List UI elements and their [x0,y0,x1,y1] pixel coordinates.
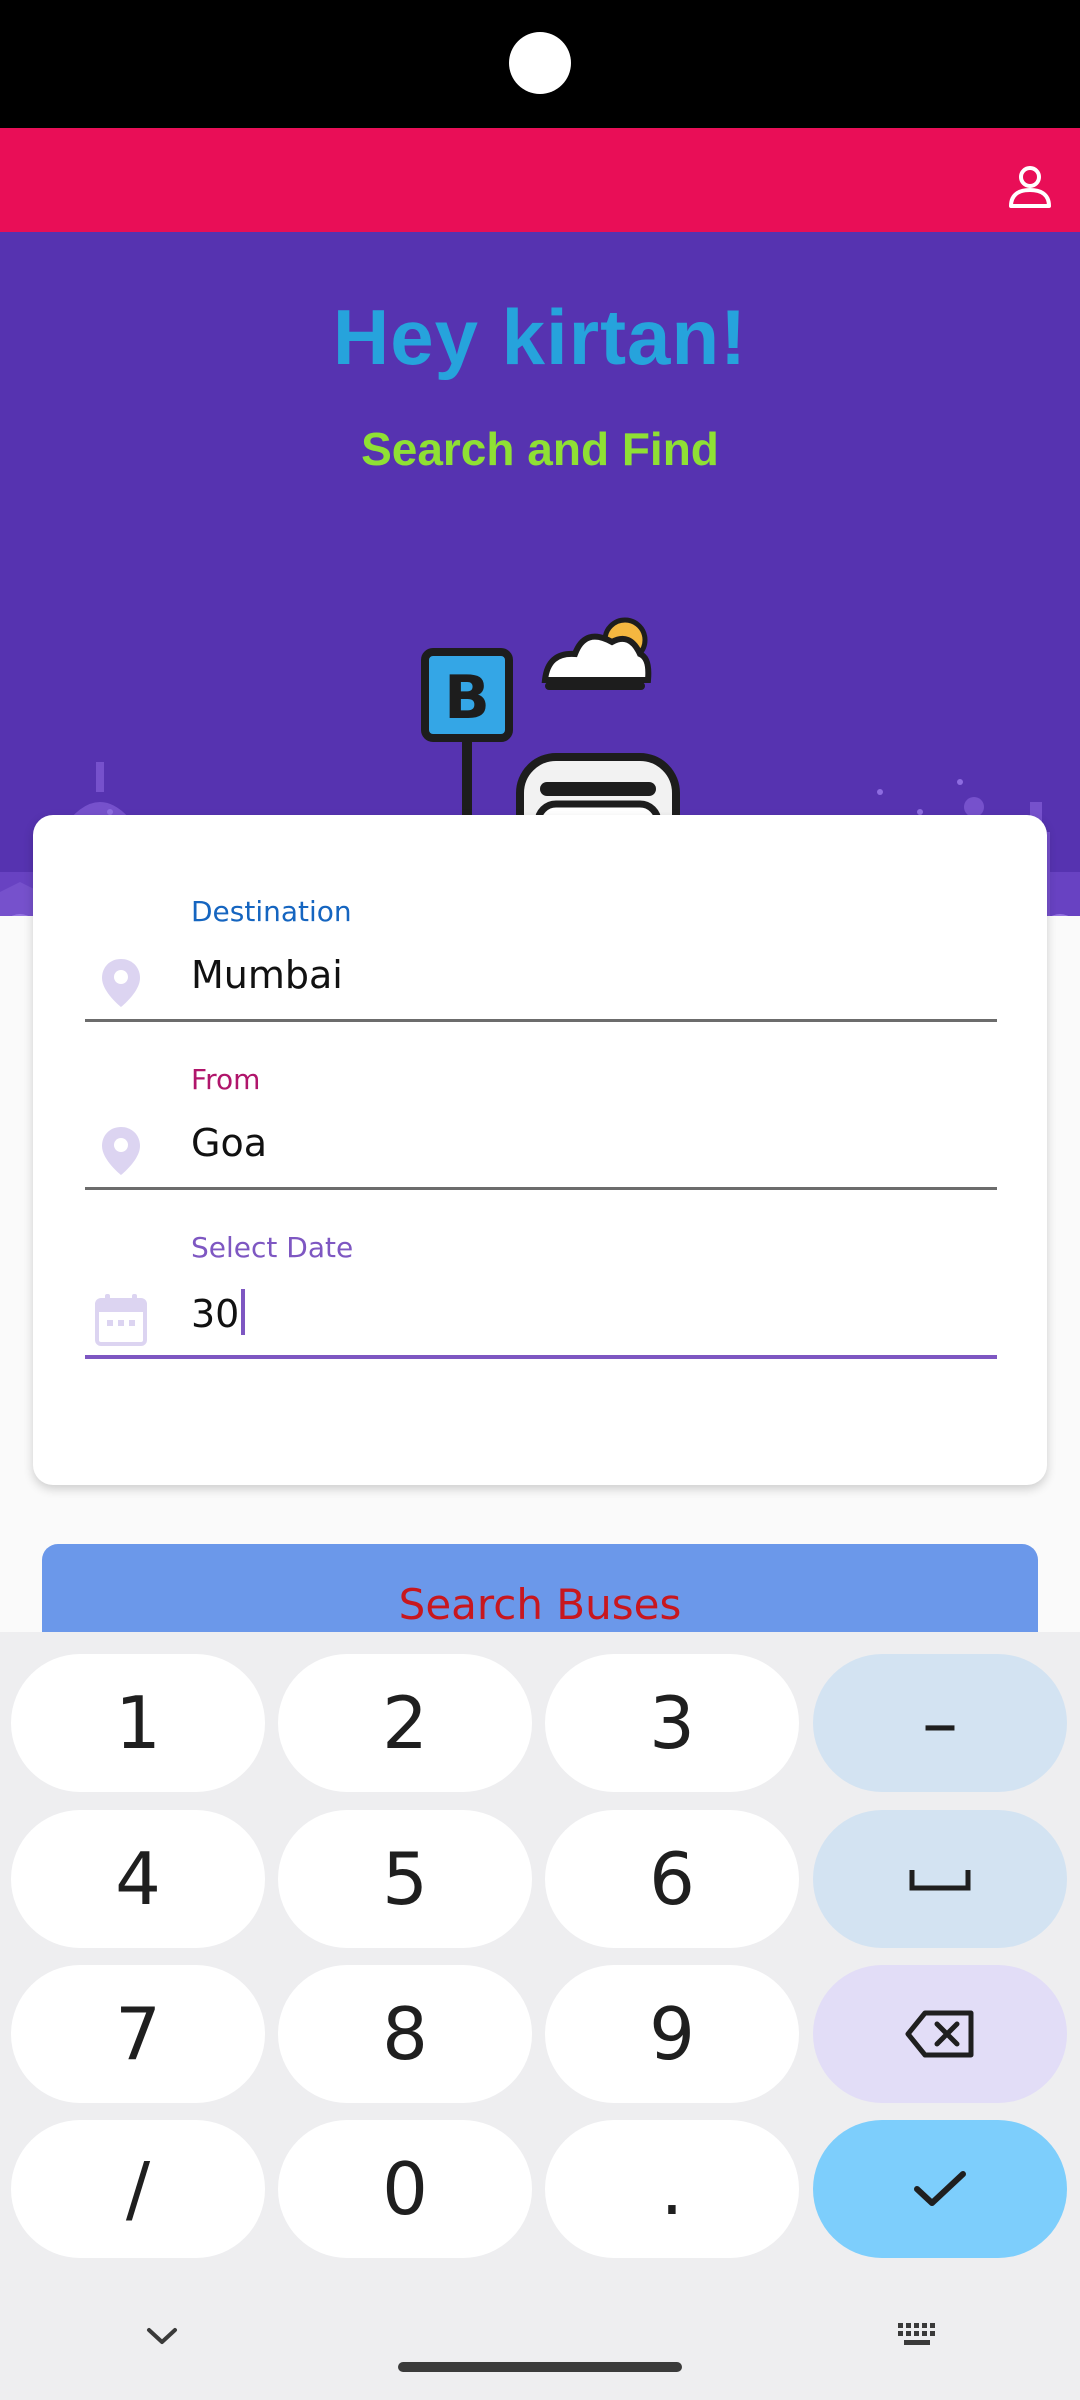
from-label: From [191,1063,261,1096]
location-pin-icon [93,955,149,1011]
key-minus[interactable]: – [813,1654,1067,1792]
destination-field[interactable]: Destination Mumbai [85,895,997,1063]
key-7[interactable]: 7 [11,1965,265,2103]
chevron-down-icon[interactable] [140,2320,184,2352]
greeting-subtitle: Search and Find [361,423,719,475]
screen: Hey kirtan! Search and Find B Destinatio… [0,0,1080,2400]
key-9[interactable]: 9 [545,1965,799,2103]
numeric-keyboard: 1 2 3 – 4 5 6 7 8 9 / 0 . [0,1632,1080,2400]
search-buses-label: Search Buses [398,1580,682,1629]
keyboard-icon[interactable] [894,2318,942,2352]
bus-stop-letter: B [444,663,490,733]
camera-cutout [509,32,571,94]
key-slash[interactable]: / [11,2120,265,2258]
key-backspace[interactable] [813,1965,1067,2103]
from-underline [85,1187,997,1190]
destination-underline [85,1019,997,1022]
key-2[interactable]: 2 [278,1654,532,1792]
key-8[interactable]: 8 [278,1965,532,2103]
checkmark-icon [914,2171,966,2206]
from-field[interactable]: From Goa [85,1063,997,1231]
key-6[interactable]: 6 [545,1810,799,1948]
hero-banner: Hey kirtan! Search and Find B [0,232,1080,916]
status-bar [0,0,1080,128]
key-period[interactable]: . [545,2120,799,2258]
key-4[interactable]: 4 [11,1810,265,1948]
key-3[interactable]: 3 [545,1654,799,1792]
date-field[interactable]: Select Date 30 [85,1231,997,1399]
destination-input[interactable]: Mumbai [191,953,343,997]
key-space[interactable] [813,1810,1067,1948]
app-bar [0,128,1080,232]
date-underline [85,1355,997,1359]
from-input[interactable]: Goa [191,1121,267,1165]
date-input-text: 30 [191,1292,240,1336]
date-input[interactable]: 30 [191,1289,246,1336]
key-0[interactable]: 0 [278,2120,532,2258]
calendar-icon[interactable] [93,1291,149,1347]
space-icon [909,1870,971,1891]
backspace-icon [905,2010,974,2058]
profile-icon[interactable] [1000,156,1060,216]
key-done[interactable] [813,2120,1067,2258]
search-form-card: Destination Mumbai From Goa Select Date … [33,815,1047,1485]
key-1[interactable]: 1 [11,1654,265,1792]
destination-label: Destination [191,895,352,928]
text-cursor [241,1289,246,1335]
date-label: Select Date [191,1231,354,1264]
home-indicator[interactable] [398,2362,682,2372]
key-5[interactable]: 5 [278,1810,532,1948]
greeting-title: Hey kirtan! [332,293,748,381]
location-pin-icon [93,1123,149,1179]
